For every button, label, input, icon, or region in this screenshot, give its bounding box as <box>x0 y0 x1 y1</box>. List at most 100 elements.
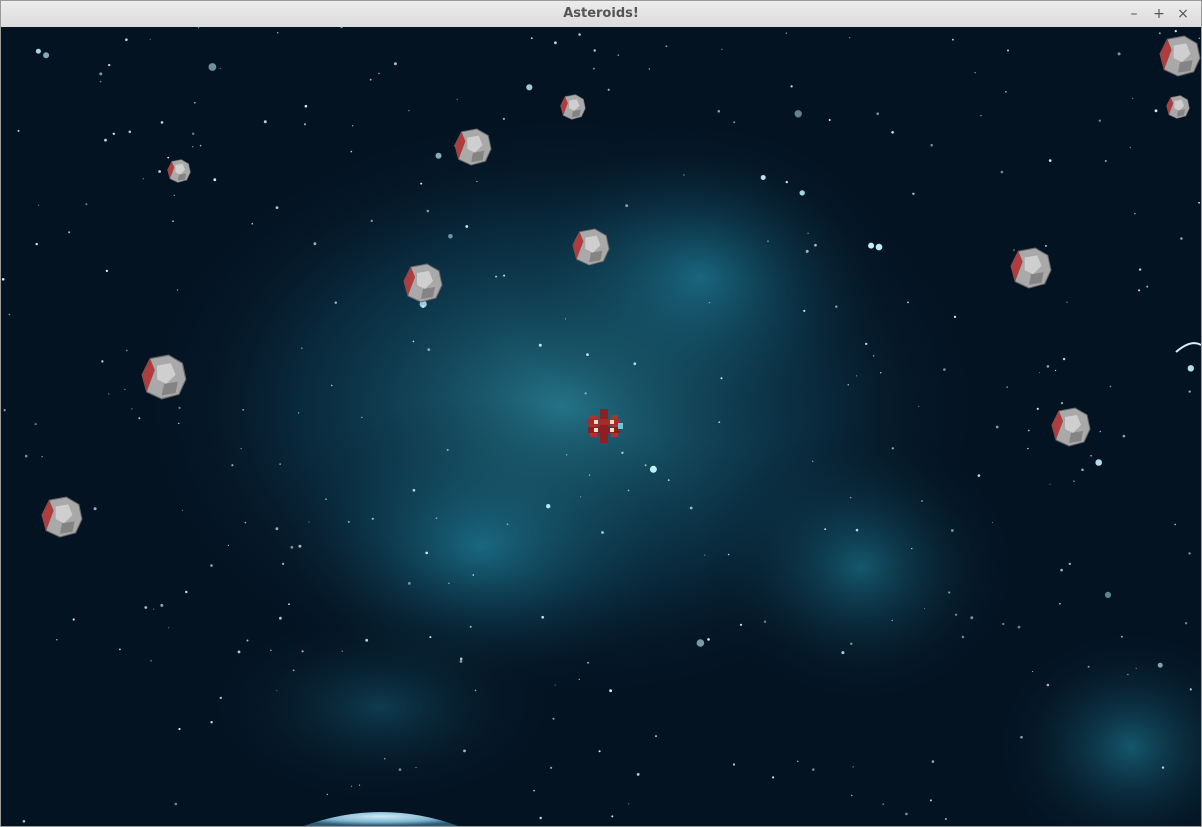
star <box>850 794 853 797</box>
star <box>334 301 337 304</box>
star <box>1188 390 1191 393</box>
star <box>799 190 805 196</box>
star <box>944 818 947 820</box>
close-button[interactable]: × <box>1174 5 1192 23</box>
star <box>1066 301 1068 303</box>
star <box>607 88 610 91</box>
star <box>621 451 624 454</box>
star <box>625 204 629 208</box>
star <box>361 416 363 418</box>
star <box>667 479 670 481</box>
star <box>172 220 174 222</box>
game-canvas[interactable] <box>1 27 1201 826</box>
minimize-button[interactable]: – <box>1125 5 1143 23</box>
star <box>880 372 882 374</box>
star <box>308 521 310 523</box>
star <box>301 347 303 350</box>
star <box>1098 119 1102 122</box>
star <box>952 38 954 41</box>
star <box>358 784 361 786</box>
asteroid <box>572 228 610 266</box>
star <box>1117 52 1121 56</box>
star <box>142 178 144 180</box>
star <box>105 269 109 273</box>
star <box>350 785 353 787</box>
maximize-button[interactable]: + <box>1150 5 1168 23</box>
star <box>1000 170 1004 174</box>
star <box>194 101 196 104</box>
star <box>918 405 920 407</box>
star <box>1135 667 1137 669</box>
star <box>882 803 884 805</box>
star <box>554 684 556 686</box>
star <box>763 620 767 623</box>
star <box>772 776 775 779</box>
star <box>841 651 845 655</box>
star <box>655 735 657 738</box>
star <box>448 234 453 239</box>
asteroid <box>167 159 191 183</box>
star <box>219 696 222 700</box>
star <box>1138 289 1141 292</box>
star <box>931 760 935 763</box>
star <box>313 242 317 246</box>
star <box>991 522 993 524</box>
star <box>350 150 353 153</box>
star <box>1134 213 1136 215</box>
title-bar[interactable]: Asteroids! – + × <box>1 1 1201 28</box>
star <box>733 121 736 124</box>
star <box>1060 402 1064 405</box>
star <box>1027 429 1030 432</box>
star <box>178 727 181 731</box>
star <box>847 384 850 386</box>
star <box>566 454 568 456</box>
star <box>474 689 477 692</box>
star <box>767 240 769 242</box>
star <box>1005 91 1007 93</box>
star <box>1184 622 1188 625</box>
star <box>242 409 244 411</box>
star <box>469 625 472 628</box>
star <box>1187 365 1195 372</box>
star <box>160 603 164 607</box>
star <box>292 669 295 672</box>
star <box>251 222 254 225</box>
star <box>872 355 875 357</box>
star <box>219 67 221 70</box>
star <box>855 528 859 532</box>
star <box>1039 372 1041 374</box>
star <box>17 129 20 132</box>
star <box>150 660 152 662</box>
star <box>213 178 217 182</box>
star <box>627 489 630 492</box>
star <box>807 232 809 234</box>
star <box>1127 673 1129 676</box>
star <box>526 84 533 91</box>
star <box>153 608 155 610</box>
star <box>578 678 580 681</box>
star <box>1087 665 1090 668</box>
star <box>149 38 151 40</box>
star <box>3 409 6 412</box>
star <box>383 757 386 760</box>
star <box>158 170 162 173</box>
star <box>995 425 999 429</box>
star <box>426 209 430 213</box>
star <box>1020 735 1023 739</box>
star <box>506 523 509 526</box>
star <box>227 544 229 547</box>
star <box>371 517 374 520</box>
star <box>199 144 202 147</box>
star <box>721 48 723 50</box>
star <box>1007 49 1009 52</box>
star <box>1 278 5 281</box>
player-spaceship <box>588 409 623 443</box>
star <box>495 275 498 278</box>
star <box>279 616 282 620</box>
star <box>977 474 981 477</box>
star <box>1095 459 1102 466</box>
star <box>237 650 241 654</box>
star <box>298 412 300 414</box>
star <box>303 123 307 126</box>
asteroid <box>41 496 83 538</box>
